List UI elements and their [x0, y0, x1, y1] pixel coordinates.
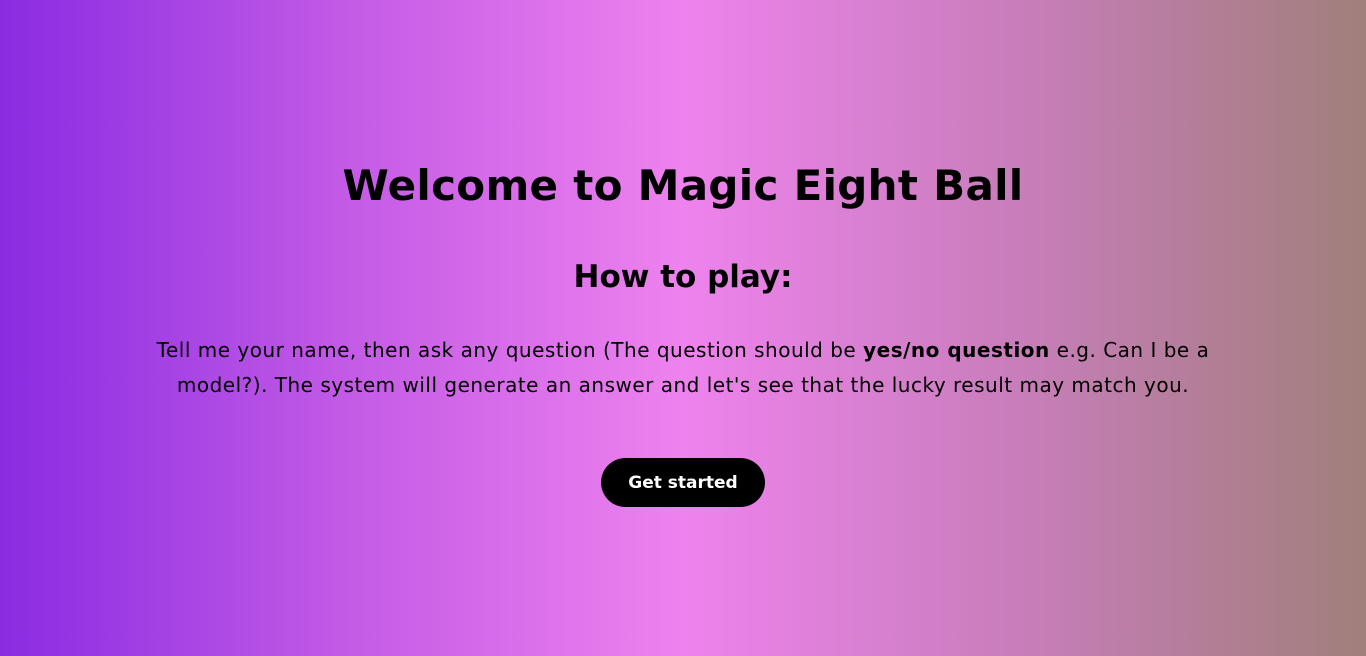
instructions-text: Tell me your name, then ask any question… [140, 333, 1226, 403]
instructions-text-before: Tell me your name, then ask any question… [156, 338, 864, 362]
get-started-button[interactable]: Get started [601, 458, 765, 507]
page-title: Welcome to Magic Eight Ball [342, 161, 1024, 210]
welcome-screen: Welcome to Magic Eight Ball How to play:… [0, 0, 1366, 656]
instructions-emphasis: yes/no question [863, 338, 1050, 362]
how-to-play-heading: How to play: [573, 259, 793, 295]
